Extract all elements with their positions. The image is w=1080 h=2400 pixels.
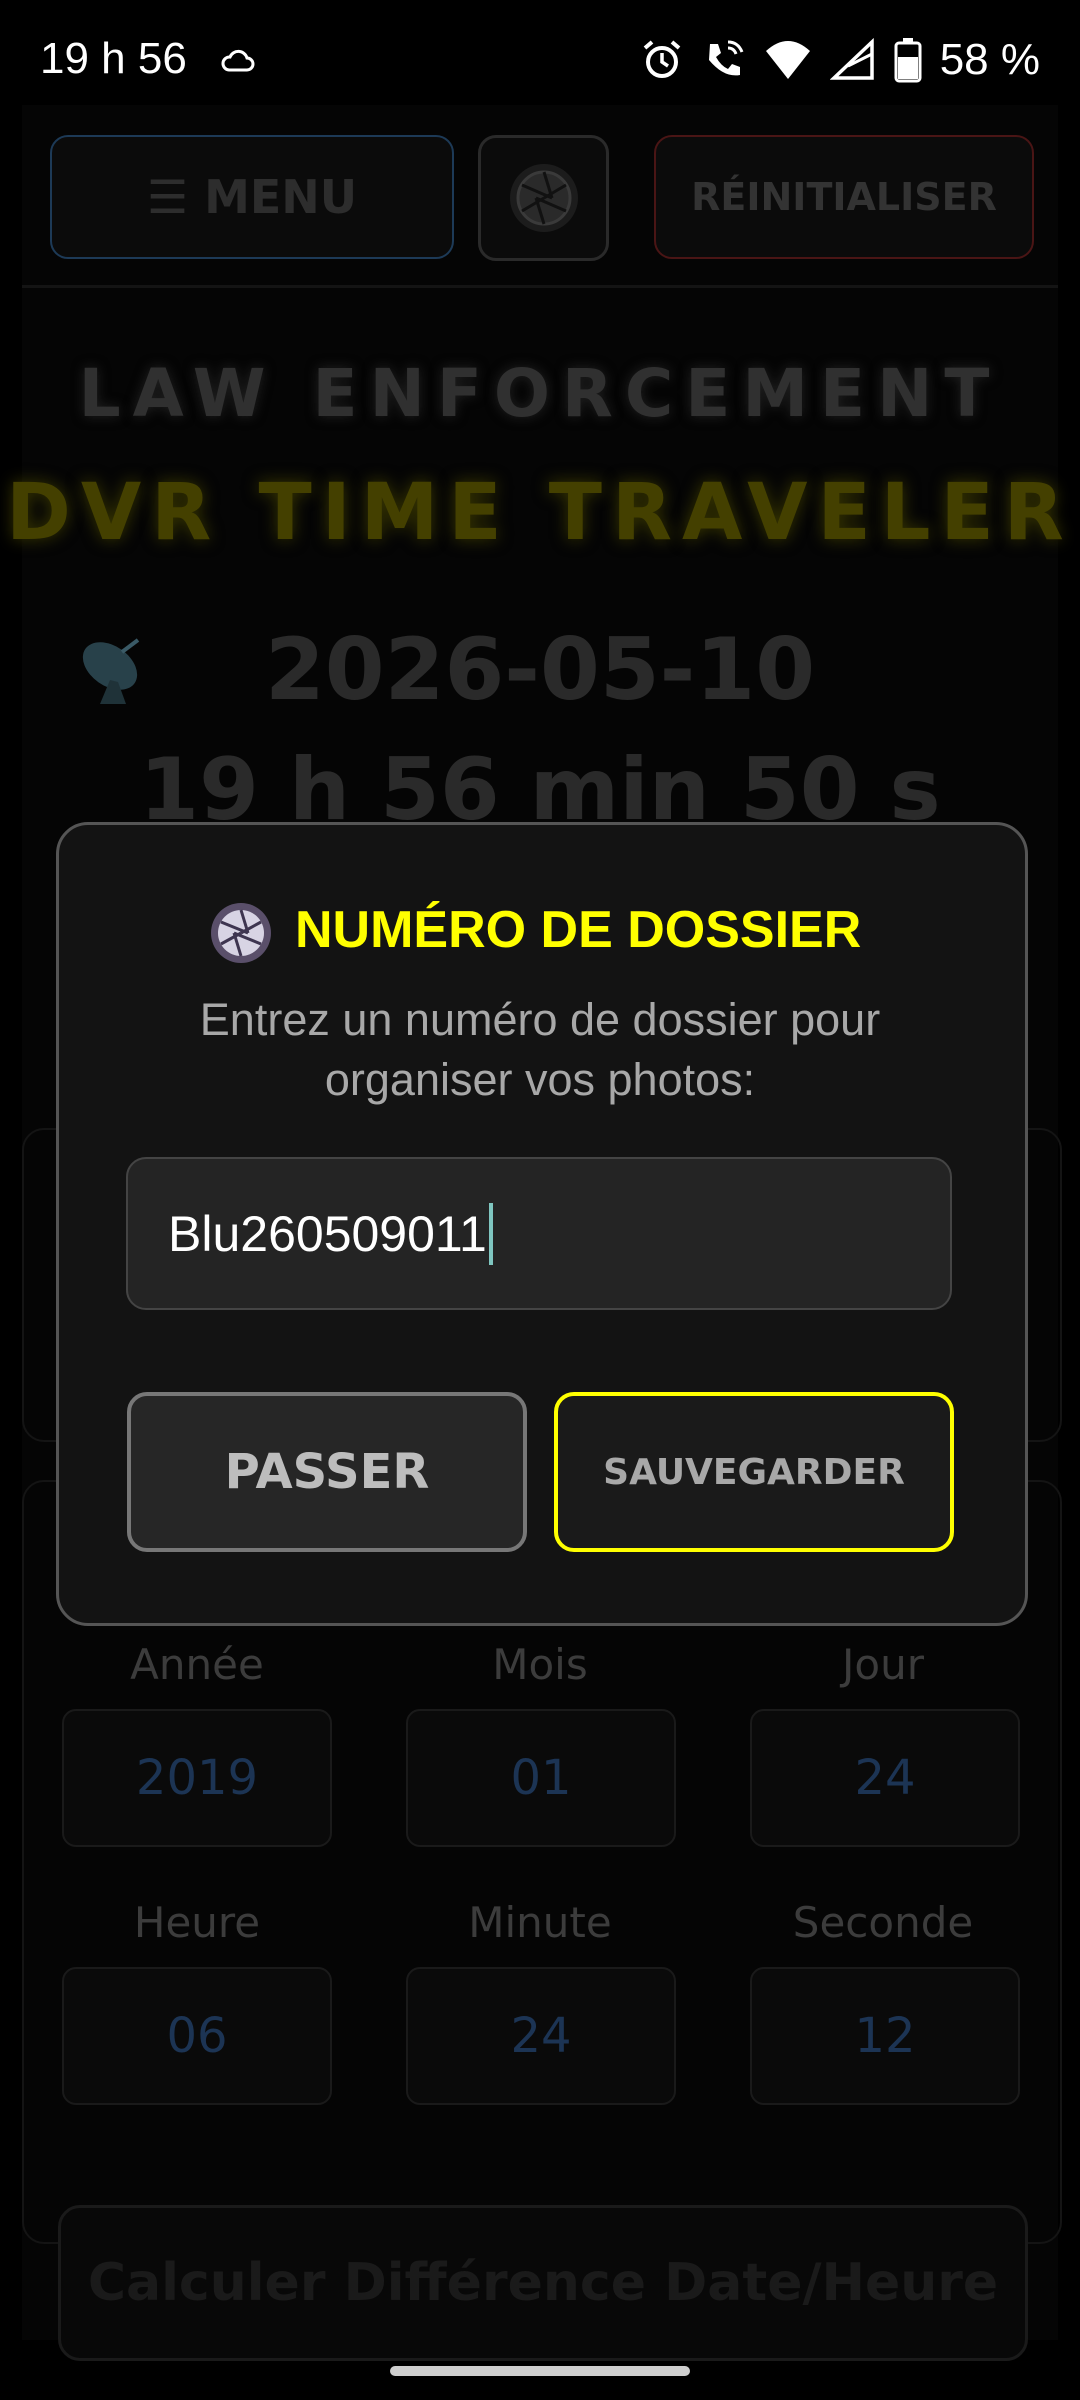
- wifi-call-icon: [708, 40, 744, 76]
- case-number-value: Blu260509011: [168, 1205, 487, 1262]
- battery-percent: 58 %: [939, 35, 1040, 84]
- calculate-difference-button[interactable]: Calculer Différence Date/Heure: [58, 2205, 1028, 2361]
- cloud-icon: [221, 49, 255, 72]
- app-title-line1: LAW ENFORCEMENT: [78, 355, 1002, 432]
- case-number-input[interactable]: Blu260509011: [126, 1157, 952, 1310]
- save-button[interactable]: SAUVEGARDER: [554, 1392, 954, 1552]
- year-input[interactable]: 2019: [62, 1709, 332, 1847]
- app-title-line2: DVR TIME TRAVELER: [6, 468, 1074, 558]
- current-date: 2026-05-10: [264, 620, 816, 720]
- skip-button[interactable]: PASSER: [127, 1392, 527, 1552]
- dialog-title: NUMÉRO DE DOSSIER: [295, 901, 862, 959]
- camera-button[interactable]: [478, 135, 609, 261]
- aperture-icon: [509, 164, 578, 232]
- hour-input[interactable]: 06: [62, 1967, 332, 2105]
- signal-icon: [829, 38, 874, 80]
- aperture-icon: [211, 903, 271, 963]
- month-input[interactable]: 01: [406, 1709, 676, 1847]
- hour-label: Heure: [133, 1898, 261, 1947]
- second-label: Seconde: [792, 1898, 974, 1947]
- second-input[interactable]: 12: [750, 1967, 1020, 2105]
- status-time: 19 h 56: [40, 34, 187, 83]
- status-icons: 58 %: [640, 30, 1040, 90]
- reset-button[interactable]: RÉINITIALISER: [654, 135, 1034, 259]
- battery-icon: [894, 38, 922, 83]
- minute-label: Minute: [468, 1898, 612, 1947]
- day-input[interactable]: 24: [750, 1709, 1020, 1847]
- year-label: Année: [130, 1640, 264, 1689]
- month-label: Mois: [492, 1640, 588, 1689]
- wifi-icon: [765, 41, 810, 79]
- minute-input[interactable]: 24: [406, 1967, 676, 2105]
- alarm-icon: [643, 40, 681, 78]
- menu-button[interactable]: ☰ MENU: [50, 135, 454, 259]
- home-indicator[interactable]: [390, 2366, 690, 2376]
- dialog-description: Entrez un numéro de dossier pour organis…: [199, 994, 881, 1105]
- text-cursor: [488, 1202, 493, 1265]
- day-label: Jour: [842, 1640, 924, 1689]
